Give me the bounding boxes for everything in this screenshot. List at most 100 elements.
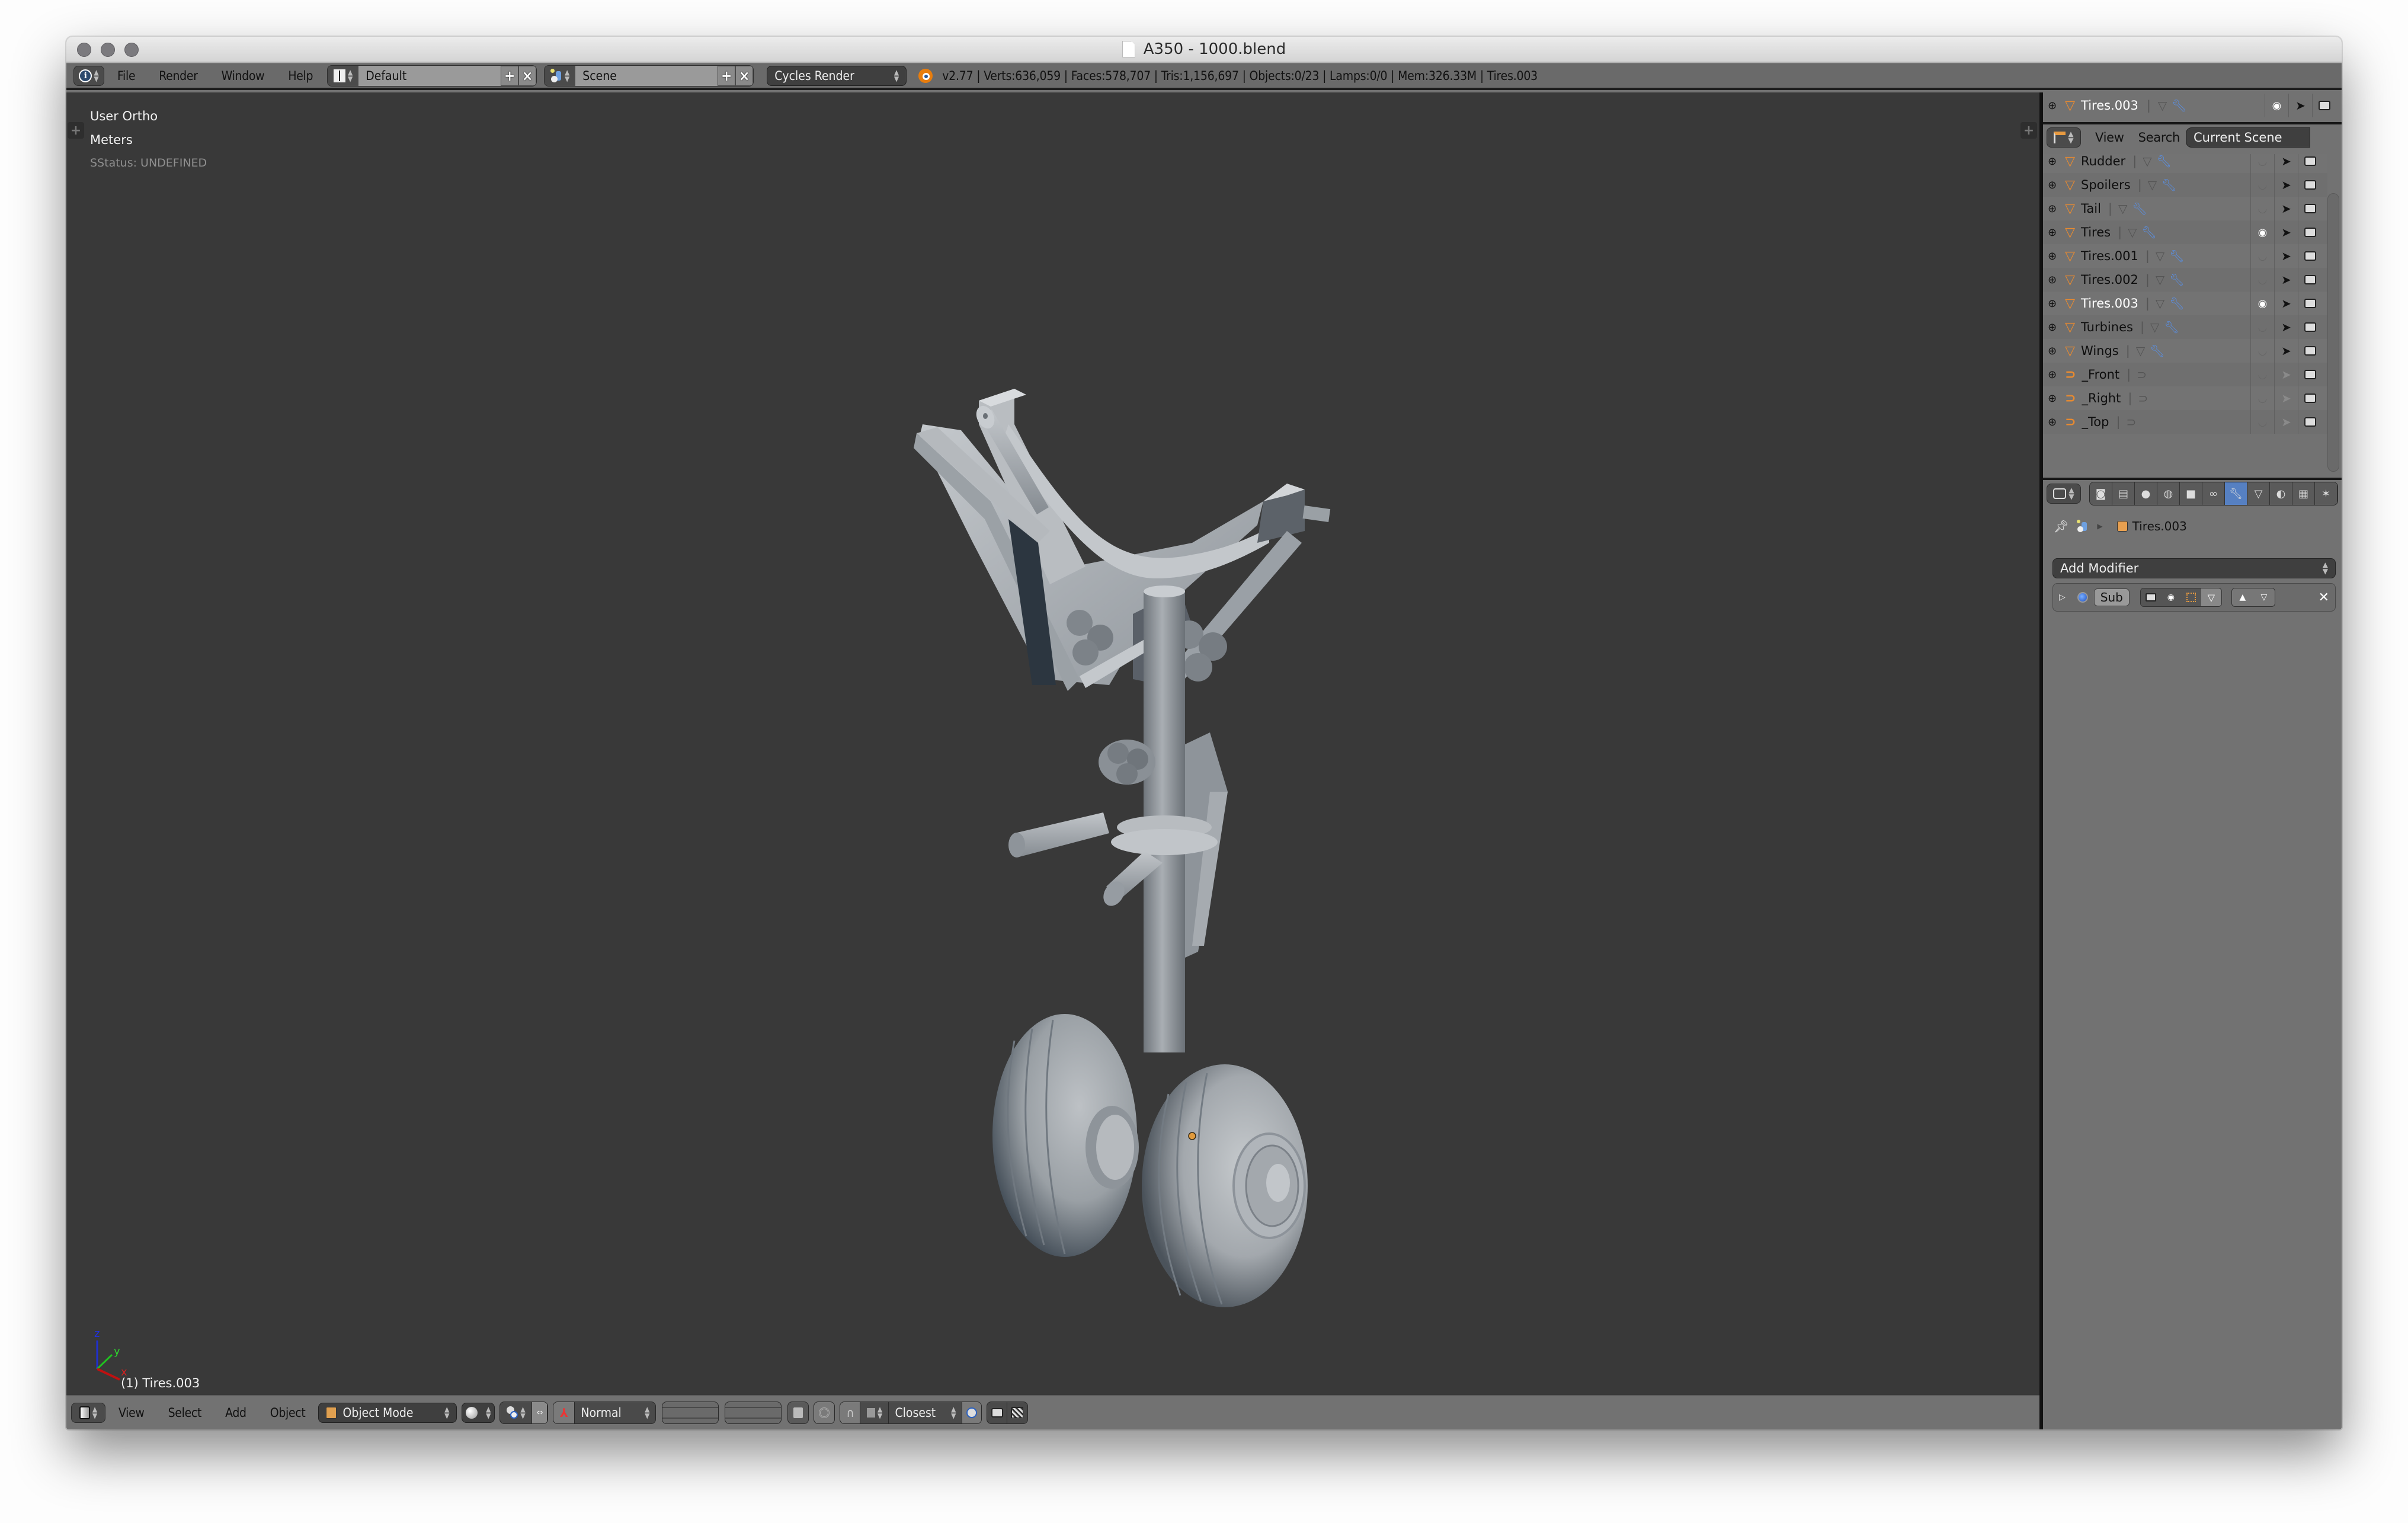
render-camera-icon[interactable] [2298,315,2321,339]
visibility-eye-icon[interactable]: ◡ [2250,410,2274,434]
expand-arrow-icon[interactable]: ▷ [2059,593,2066,602]
render-camera-icon[interactable] [2298,268,2321,292]
expand-icon[interactable]: ⊕ [2048,321,2057,334]
outliner-row[interactable]: ⊕ ▽ Rudder | ▽ 🔧︎ ◡ ➤ [2043,154,2327,173]
pivot-point-dropdown[interactable]: ▲ ▼ [500,1402,533,1423]
transform-orientation-dropdown[interactable]: Normal ▲ ▼ [575,1402,655,1423]
menu-select[interactable]: Select [168,1406,202,1420]
render-engine-dropdown[interactable]: Cycles Render ▲ ▼ [767,66,907,86]
expand-icon[interactable]: ⊕ [2048,369,2057,381]
expand-icon[interactable]: ⊕ [2048,274,2057,286]
menu-view[interactable]: View [119,1406,145,1420]
outliner-list[interactable]: ⊕ ▽ Rudder | ▽ 🔧︎ ◡ ➤ ⊕ ▽ Spoilers | ▽ 🔧︎ ◡ ➤ ⊕ ▽ Tail | ▽ 🔧︎… [2043,154,2342,474]
move-down-icon[interactable]: ▽ [2253,588,2275,606]
outliner-row[interactable]: ⊕ ▽ Turbines | ▽ 🔧︎ ◡ ➤ [2043,315,2327,339]
3d-viewport[interactable]: User Ortho Meters SStatus: UNDEFINED + + [66,92,2039,1395]
properties-tab-texture[interactable]: ▦ [2292,482,2315,505]
viewport-shading-dropdown[interactable]: ▲ ▼ [462,1403,495,1423]
render-camera-icon[interactable] [2298,292,2321,315]
scene-browse-button[interactable]: ▲ ▼ [545,66,576,86]
add-modifier-dropdown[interactable]: Add Modifier ▲ ▼ [2052,558,2336,578]
select-cursor-icon[interactable]: ➤ [2274,173,2298,197]
properties-tab-world[interactable]: ◍ [2157,482,2180,505]
render-camera-icon[interactable] [2298,244,2321,268]
add-scene-button[interactable]: + [718,66,736,86]
expand-icon[interactable]: ⊕ [2048,155,2057,168]
outliner-row-name[interactable]: Spoilers [2081,178,2131,192]
render-camera-icon[interactable] [2298,173,2321,197]
interaction-mode-dropdown[interactable]: Object Mode ▲ ▼ [318,1403,457,1423]
select-cursor-icon[interactable]: ➤ [2274,339,2298,363]
expand-icon[interactable]: ⊕ [2048,203,2057,215]
render-toggle-icon[interactable] [2140,588,2161,606]
pin-icon[interactable]: 📌︎ [2054,519,2068,533]
visibility-eye-icon[interactable]: ◡ [2250,244,2274,268]
layout-browse-button[interactable]: ▲ ▼ [328,66,359,86]
outliner-row-name[interactable]: _Right [2082,391,2121,405]
align-rotation-toggle[interactable] [962,1402,982,1423]
outliner-row-name[interactable]: _Top [2082,415,2109,429]
visibility-eye-icon[interactable]: ◡ [2250,154,2274,173]
expand-icon[interactable]: ⊕ [2048,226,2057,239]
outliner-row-name[interactable]: Turbines [2081,320,2133,334]
outliner-row[interactable]: ⊕ ▽ Tires.001 | ▽ 🔧︎ ◡ ➤ [2043,244,2327,268]
properties-tab-render[interactable]: ◙ [2090,482,2112,505]
outliner-row[interactable]: ⊕ ▽ Tires.003 | ▽ 🔧︎ ◉ ➤ [2043,292,2327,315]
select-cursor-icon[interactable]: ➤ [2274,197,2298,220]
menu-object[interactable]: Object [270,1406,306,1420]
opengl-render-animation-button[interactable] [1007,1402,1027,1423]
add-layout-button[interactable]: + [501,66,519,86]
select-cursor-icon[interactable]: ➤ [2274,244,2298,268]
select-cursor-icon[interactable]: ➤ [2274,410,2298,434]
outliner-row[interactable]: ⊕ ▽ Spoilers | ▽ 🔧︎ ◡ ➤ [2043,173,2327,197]
select-cursor-icon[interactable]: ➤ [2274,386,2298,410]
editor-type-button[interactable]: ▲ ▼ [71,1403,105,1423]
outliner-menu-search[interactable]: Search [2138,130,2180,145]
outliner-row[interactable]: ⊕ ▽ Tires.002 | ▽ 🔧︎ ◡ ➤ [2043,268,2327,292]
render-camera-icon[interactable] [2298,410,2321,434]
expand-icon[interactable]: ⊕ [2048,250,2057,263]
lock-layers-toggle[interactable] [787,1402,809,1424]
outliner-row[interactable]: ⊕ ▽ Wings | ▽ 🔧︎ ◡ ➤ [2043,339,2327,363]
delete-layout-button[interactable]: × [518,66,537,86]
render-camera-icon[interactable] [2312,94,2336,117]
visibility-eye-icon[interactable]: ◡ [2250,315,2274,339]
outliner-display-mode-dropdown[interactable]: Current Scene [2186,127,2310,148]
properties-editor-type-button[interactable]: ▲ ▼ [2047,484,2081,504]
edit-mode-toggle-icon[interactable] [2180,588,2201,606]
outliner-row-name[interactable]: Wings [2081,344,2119,358]
properties-tab-constraints[interactable]: ∞ [2202,482,2225,505]
properties-tab-material[interactable]: ◐ [2270,482,2292,505]
remove-modifier-icon[interactable]: ✕ [2319,590,2329,605]
zoom-window-button[interactable] [124,43,139,57]
outliner-pinned-row[interactable]: ⊕ ▽ Tires.003 | ▽ 🔧︎ ◉ ➤ [2043,94,2342,117]
menu-render[interactable]: Render [159,69,198,83]
render-camera-icon[interactable] [2298,339,2321,363]
snap-toggle[interactable]: ∩ [840,1402,861,1423]
outliner-editor-type-button[interactable]: ▲ ▼ [2047,127,2081,148]
menu-help[interactable]: Help [288,69,313,83]
modifier-name-field[interactable]: Sub [2093,588,2130,606]
properties-tab-scene[interactable]: ● [2135,482,2157,505]
properties-tab-data[interactable]: ▽ [2247,482,2270,505]
minimize-window-button[interactable] [101,43,115,57]
render-camera-icon[interactable] [2298,363,2321,386]
close-window-button[interactable] [77,43,91,57]
screen-layout-field[interactable]: Default [358,66,501,86]
expand-icon[interactable]: ⊕ [2048,416,2057,428]
cage-toggle-icon[interactable]: ▽ [2201,588,2221,606]
expand-icon[interactable]: ⊕ [2048,297,2057,310]
visibility-eye-icon[interactable]: ◡ [2250,386,2274,410]
scene-field[interactable]: Scene [575,66,718,86]
visibility-eye-icon[interactable]: ◡ [2250,173,2274,197]
render-camera-icon[interactable] [2298,386,2321,410]
outliner-row-name[interactable]: Tires.001 [2081,249,2138,263]
outliner-row[interactable]: ⊕ ⊃ _Front | ⊃ ◡ ➤ [2043,363,2327,386]
visibility-eye-icon[interactable]: ◉ [2265,94,2288,117]
properties-tab-modifiers[interactable]: 🔧︎ [2225,482,2247,505]
outliner-menu-view[interactable]: View [2095,130,2124,145]
visibility-eye-icon[interactable]: ◡ [2250,339,2274,363]
outliner-row-name[interactable]: Rudder [2081,154,2125,168]
select-cursor-icon[interactable]: ➤ [2274,220,2298,244]
expand-icon[interactable]: ⊕ [2048,100,2057,112]
